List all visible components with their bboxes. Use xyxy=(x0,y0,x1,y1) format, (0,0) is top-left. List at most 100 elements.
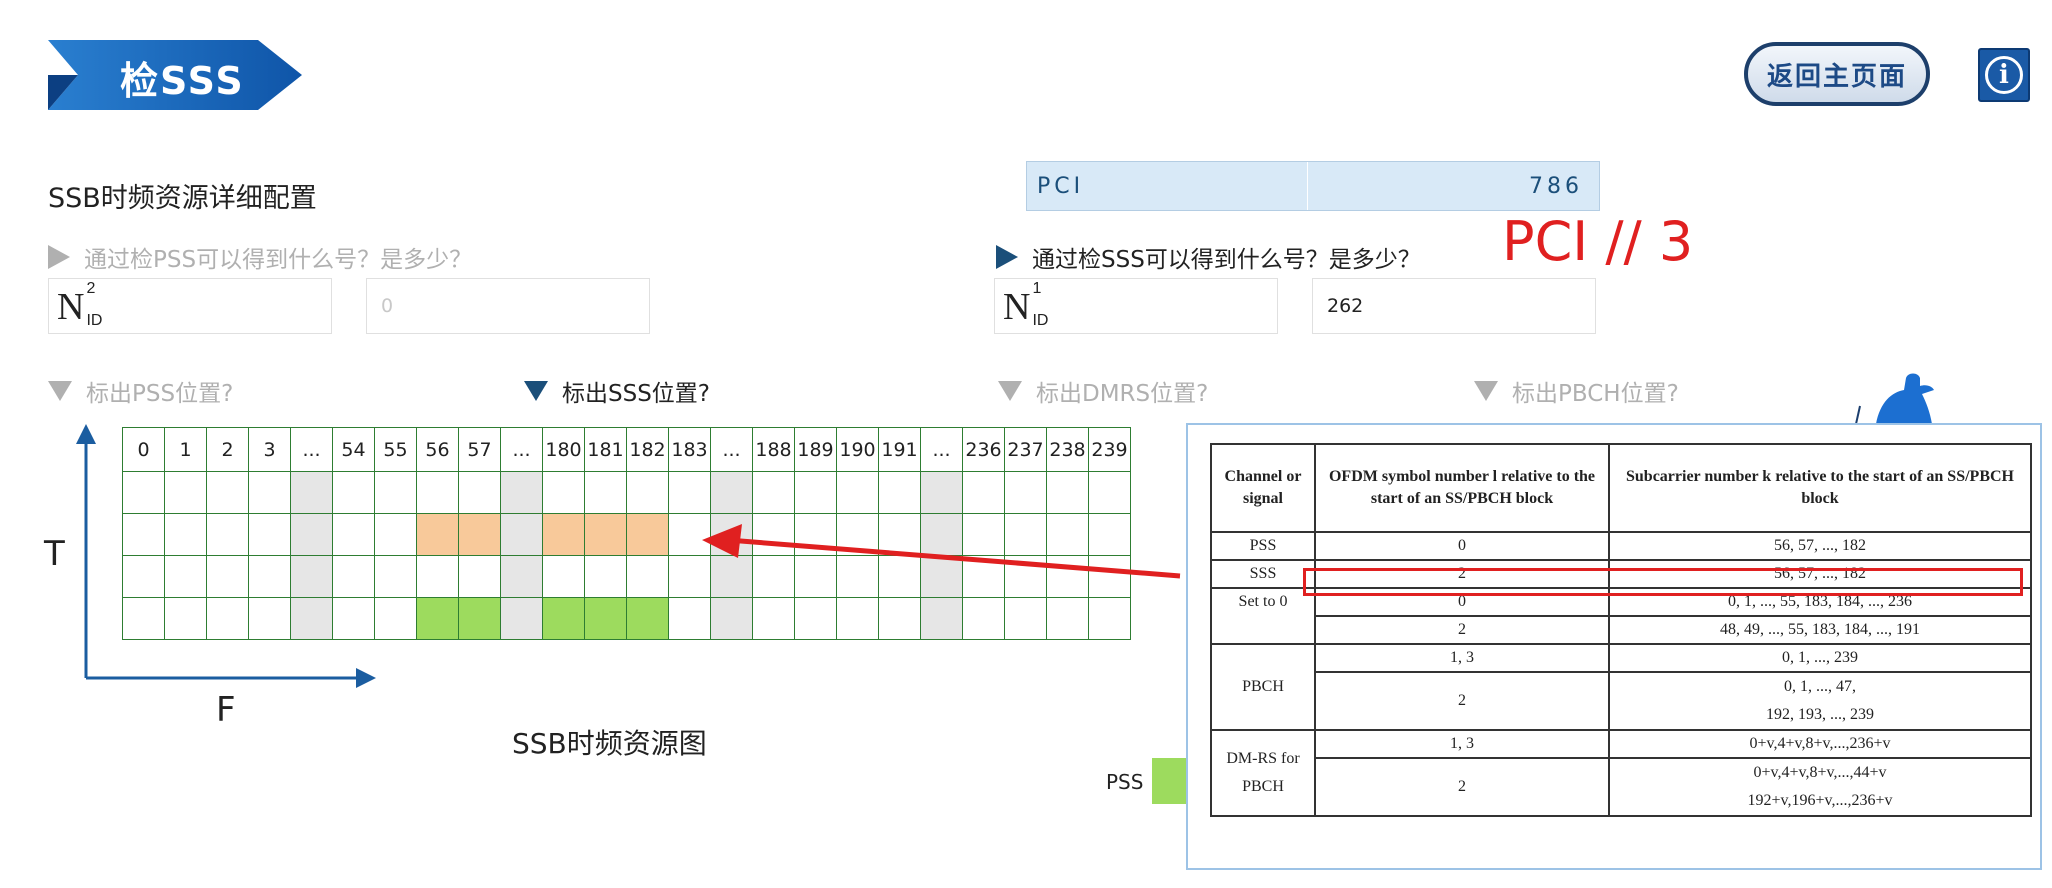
grid-cell[interactable] xyxy=(248,513,291,556)
home-button[interactable]: 返回主页面 xyxy=(1744,42,1930,106)
grid-cell[interactable] xyxy=(962,471,1005,514)
grid-cell[interactable] xyxy=(122,513,165,556)
grid-cell[interactable] xyxy=(122,555,165,598)
sss-question[interactable]: 通过检SSS可以得到什么号？是多少？ xyxy=(996,240,1421,274)
grid-cell[interactable] xyxy=(248,471,291,514)
grid-cell[interactable] xyxy=(794,471,837,514)
ellipsis-column-cell[interactable] xyxy=(290,471,333,514)
sss-answer-input[interactable]: 262 xyxy=(1312,278,1596,334)
grid-cell[interactable] xyxy=(164,555,207,598)
grid-cell[interactable] xyxy=(794,597,837,640)
grid-cell[interactable] xyxy=(1088,555,1131,598)
grid-cell[interactable] xyxy=(1088,471,1131,514)
grid-cell[interactable] xyxy=(752,471,795,514)
info-button[interactable]: i xyxy=(1978,48,2030,102)
grid-cell[interactable] xyxy=(668,555,711,598)
pss-cell[interactable] xyxy=(626,597,669,640)
pss-cell[interactable] xyxy=(458,597,501,640)
grid-cell[interactable] xyxy=(878,513,921,556)
grid-cell[interactable] xyxy=(878,471,921,514)
grid-cell[interactable] xyxy=(1004,555,1047,598)
grid-cell[interactable] xyxy=(668,513,711,556)
grid-cell[interactable] xyxy=(248,555,291,598)
pss-question[interactable]: 通过检PSS可以得到什么号？是多少？ xyxy=(48,240,472,274)
grid-cell[interactable] xyxy=(332,513,375,556)
grid-cell[interactable] xyxy=(962,597,1005,640)
grid-cell[interactable] xyxy=(752,555,795,598)
grid-cell[interactable] xyxy=(626,555,669,598)
grid-cell[interactable] xyxy=(668,471,711,514)
ellipsis-column-cell[interactable] xyxy=(500,555,543,598)
pss-cell[interactable] xyxy=(584,597,627,640)
grid-cell[interactable] xyxy=(206,597,249,640)
grid-cell[interactable] xyxy=(1046,471,1089,514)
sss-cell[interactable] xyxy=(416,513,459,556)
grid-cell[interactable] xyxy=(332,471,375,514)
grid-cell[interactable] xyxy=(458,471,501,514)
grid-cell[interactable] xyxy=(836,597,879,640)
grid-cell[interactable] xyxy=(164,597,207,640)
grid-cell[interactable] xyxy=(374,597,417,640)
grid-cell[interactable] xyxy=(1004,471,1047,514)
grid-cell[interactable] xyxy=(1004,513,1047,556)
grid-cell[interactable] xyxy=(206,471,249,514)
grid-cell[interactable] xyxy=(248,597,291,640)
toggle-pss-position[interactable]: 标出PSS位置? xyxy=(48,374,233,408)
sss-cell[interactable] xyxy=(626,513,669,556)
grid-cell[interactable] xyxy=(332,597,375,640)
grid-cell[interactable] xyxy=(1046,597,1089,640)
grid-cell[interactable] xyxy=(122,471,165,514)
ellipsis-column-cell[interactable] xyxy=(290,597,333,640)
grid-cell[interactable] xyxy=(164,513,207,556)
sss-cell[interactable] xyxy=(584,513,627,556)
grid-cell[interactable] xyxy=(584,555,627,598)
ellipsis-column-cell[interactable] xyxy=(290,555,333,598)
grid-cell[interactable] xyxy=(752,513,795,556)
grid-cell[interactable] xyxy=(668,597,711,640)
ellipsis-column-cell[interactable] xyxy=(710,471,753,514)
grid-cell[interactable] xyxy=(416,555,459,598)
grid-cell[interactable] xyxy=(878,597,921,640)
ellipsis-column-cell[interactable] xyxy=(500,597,543,640)
grid-cell[interactable] xyxy=(164,471,207,514)
grid-cell[interactable] xyxy=(584,471,627,514)
grid-cell[interactable] xyxy=(626,471,669,514)
grid-cell[interactable] xyxy=(122,597,165,640)
grid-cell[interactable] xyxy=(836,471,879,514)
grid-cell[interactable] xyxy=(332,555,375,598)
toggle-pbch-position[interactable]: 标出PBCH位置? xyxy=(1474,374,1679,408)
grid-cell[interactable] xyxy=(794,513,837,556)
ellipsis-column-cell[interactable] xyxy=(920,471,963,514)
grid-cell[interactable] xyxy=(416,471,459,514)
grid-cell[interactable] xyxy=(542,471,585,514)
pss-cell[interactable] xyxy=(542,597,585,640)
grid-cell[interactable] xyxy=(206,555,249,598)
ellipsis-column-cell[interactable] xyxy=(710,597,753,640)
grid-cell[interactable] xyxy=(836,555,879,598)
ellipsis-column-cell[interactable] xyxy=(710,555,753,598)
grid-cell[interactable] xyxy=(374,471,417,514)
grid-cell[interactable] xyxy=(878,555,921,598)
toggle-sss-position[interactable]: 标出SSS位置? xyxy=(524,374,710,408)
grid-cell[interactable] xyxy=(1004,597,1047,640)
ellipsis-column-cell[interactable] xyxy=(500,513,543,556)
ellipsis-column-cell[interactable] xyxy=(920,513,963,556)
pss-cell[interactable] xyxy=(416,597,459,640)
grid-cell[interactable] xyxy=(374,513,417,556)
grid-cell[interactable] xyxy=(1046,513,1089,556)
grid-cell[interactable] xyxy=(836,513,879,556)
grid-cell[interactable] xyxy=(542,555,585,598)
grid-cell[interactable] xyxy=(1046,555,1089,598)
ellipsis-column-cell[interactable] xyxy=(500,471,543,514)
grid-cell[interactable] xyxy=(458,555,501,598)
grid-cell[interactable] xyxy=(962,513,1005,556)
grid-cell[interactable] xyxy=(752,597,795,640)
sss-cell[interactable] xyxy=(542,513,585,556)
grid-cell[interactable] xyxy=(794,555,837,598)
grid-cell[interactable] xyxy=(1088,513,1131,556)
grid-cell[interactable] xyxy=(206,513,249,556)
grid-cell[interactable] xyxy=(962,555,1005,598)
ellipsis-column-cell[interactable] xyxy=(920,597,963,640)
pss-answer-input[interactable]: 0 xyxy=(366,278,650,334)
ellipsis-column-cell[interactable] xyxy=(290,513,333,556)
